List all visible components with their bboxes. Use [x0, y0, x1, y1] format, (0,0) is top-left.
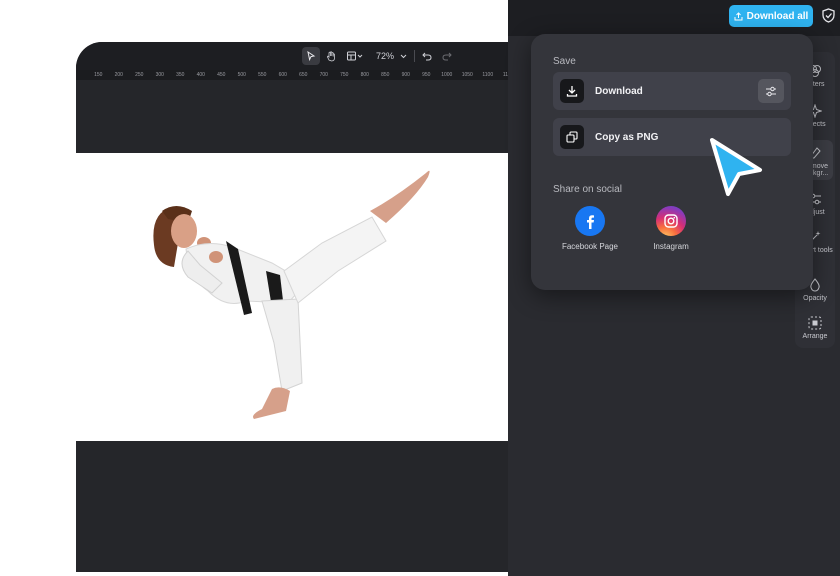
- instagram-label: Instagram: [653, 242, 689, 251]
- shield-check-icon[interactable]: [822, 8, 835, 28]
- ruler-tick-label: 550: [258, 72, 267, 78]
- copy-as-png-label: Copy as PNG: [595, 131, 659, 143]
- download-settings-button[interactable]: [758, 79, 784, 103]
- facebook-label: Facebook Page: [561, 242, 619, 251]
- undo-icon: [422, 52, 432, 60]
- download-icon: [560, 79, 584, 103]
- mouse-pointer-icon: [706, 136, 766, 205]
- ruler-tick-label: 500: [237, 72, 246, 78]
- redo-button[interactable]: [440, 47, 454, 65]
- hand-tool-button[interactable]: [322, 47, 340, 65]
- download-all-label: Download all: [746, 10, 809, 22]
- ruler-tick-label: 900: [401, 72, 410, 78]
- layout-dropdown[interactable]: [344, 47, 366, 65]
- share-facebook-button[interactable]: Facebook Page: [555, 206, 625, 252]
- download-all-button[interactable]: Download all: [729, 5, 813, 27]
- editor-toolbar: 72%: [76, 42, 546, 70]
- hand-icon: [327, 50, 335, 61]
- save-popup: Save Download Copy as PNG Share on socia…: [531, 34, 813, 290]
- ruler-tick-label: 1100: [482, 72, 494, 78]
- ruler-tick-label: 400: [196, 72, 205, 78]
- ruler-tick-label: 250: [135, 72, 144, 78]
- redo-icon: [442, 52, 452, 60]
- settings-sliders-icon: [766, 86, 776, 96]
- toolbar-divider: [414, 50, 415, 62]
- ruler-tick-label: 850: [381, 72, 390, 78]
- share-instagram-button[interactable]: Instagram: [636, 206, 706, 252]
- download-option[interactable]: Download: [553, 72, 791, 110]
- ruler-tick-label: 1000: [441, 72, 453, 78]
- layout-icon: [347, 51, 363, 61]
- copy-icon: [560, 125, 584, 149]
- ruler-tick-label: 1050: [461, 72, 473, 78]
- arrange-icon: [808, 316, 822, 330]
- ruler-tick-label: 700: [319, 72, 328, 78]
- ruler-tick-label: 750: [340, 72, 349, 78]
- ruler-tick-label: 150: [94, 72, 103, 78]
- ruler-tick-label: 650: [299, 72, 308, 78]
- facebook-icon: [575, 206, 605, 236]
- undo-button[interactable]: [420, 47, 434, 65]
- canvas-photo[interactable]: [76, 153, 546, 441]
- share-section-title: Share on social: [553, 184, 622, 195]
- horizontal-ruler: 150 200 250 300 350 400 450 500 550 600 650 700 750 8…: [76, 70, 546, 80]
- cursor-arrow-icon: [307, 51, 316, 61]
- karate-kick-image: [153, 170, 430, 419]
- upload-icon: [734, 11, 743, 20]
- ruler-tick-label: 950: [422, 72, 431, 78]
- instagram-icon: [656, 206, 686, 236]
- ruler-tick-label: 600: [278, 72, 287, 78]
- ruler-tick-label: 300: [155, 72, 164, 78]
- editor-window: 72% 150 200 250 300 350 400 450 500 550 600 650 700…: [76, 42, 546, 572]
- zoom-level[interactable]: 72%: [372, 47, 398, 65]
- side-tool-arrange[interactable]: Arrange: [795, 316, 835, 340]
- ruler-tick-label: 350: [176, 72, 185, 78]
- ruler-tick-label: 450: [217, 72, 226, 78]
- editor-canvas[interactable]: [76, 80, 546, 536]
- download-label: Download: [595, 85, 643, 97]
- ruler-tick-label: 200: [114, 72, 123, 78]
- ruler-tick-label: 800: [360, 72, 369, 78]
- save-section-title: Save: [553, 56, 576, 67]
- select-tool-button[interactable]: [302, 47, 320, 65]
- chevron-down-icon[interactable]: [398, 47, 408, 65]
